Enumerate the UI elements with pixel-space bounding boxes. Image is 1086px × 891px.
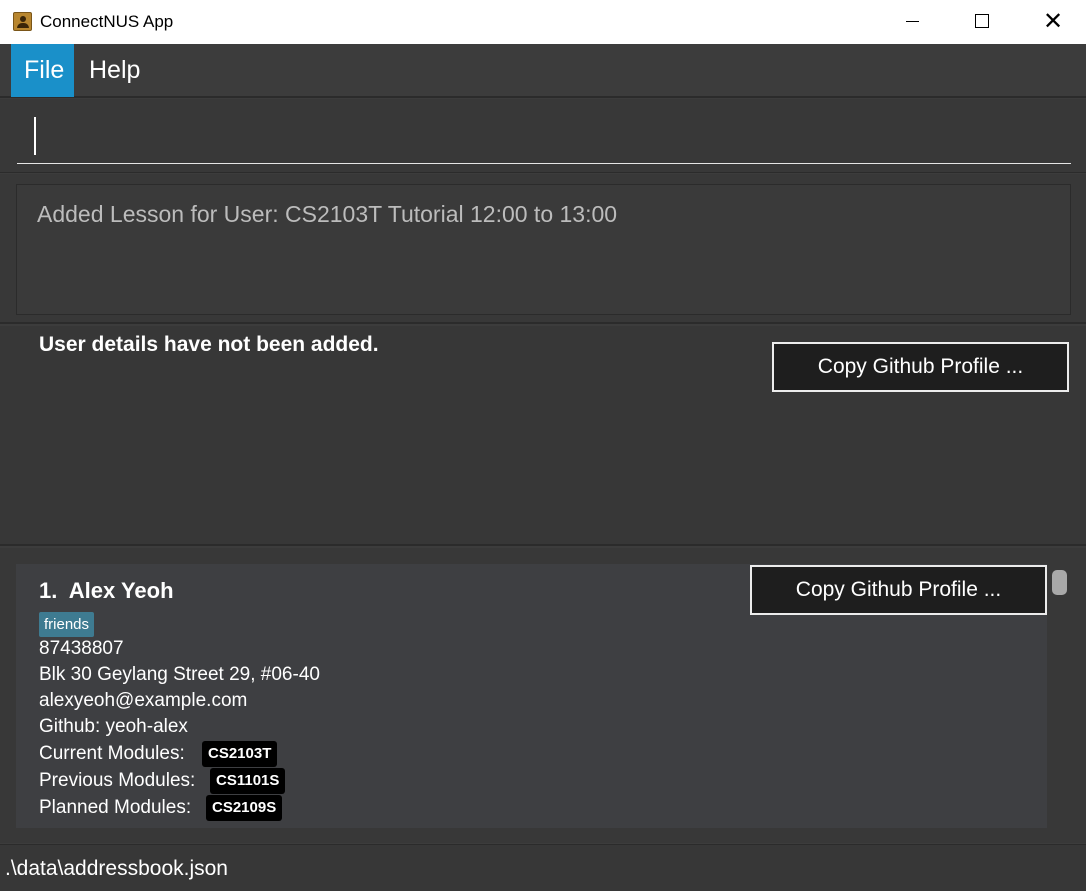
- copy-github-profile-button[interactable]: Copy Github Profile ...: [750, 565, 1047, 615]
- data-file-path: .\data\addressbook.json: [5, 857, 228, 880]
- command-box: [0, 99, 1086, 173]
- minimize-button[interactable]: [876, 0, 946, 44]
- status-bar: .\data\addressbook.json: [0, 844, 1086, 891]
- close-button[interactable]: ✕: [1016, 0, 1086, 44]
- previous-module-badge: CS1101S: [210, 768, 286, 794]
- person-index: 1.: [39, 578, 58, 603]
- person-email: alexyeoh@example.com: [39, 690, 248, 711]
- person-list: 1. Alex Yeoh friends 87438807 Blk 30 Gey…: [0, 548, 1086, 843]
- text-caret: [34, 117, 36, 155]
- window-title: ConnectNUS App: [40, 12, 174, 31]
- person-github: Github: yeoh-alex: [39, 716, 188, 737]
- result-display-panel: Added Lesson for User: CS2103T Tutorial …: [0, 174, 1086, 324]
- current-module-badge: CS2103T: [202, 741, 278, 767]
- menu-help[interactable]: Help: [76, 44, 153, 97]
- person-phone: 87438807: [39, 638, 124, 659]
- user-details-message: User details have not been added.: [39, 333, 379, 356]
- current-modules-label: Current Modules:: [39, 743, 185, 764]
- title-bar: ConnectNUS App ✕: [0, 0, 1086, 44]
- menu-bar: File Help: [0, 44, 1086, 98]
- maximize-button[interactable]: [946, 0, 1016, 44]
- close-icon: ✕: [1043, 7, 1064, 35]
- planned-module-badge: CS2109S: [206, 795, 283, 821]
- person-address: Blk 30 Geylang Street 29, #06-40: [39, 664, 320, 685]
- tag-badge: friends: [39, 612, 95, 637]
- result-message: Added Lesson for User: CS2103T Tutorial …: [37, 201, 618, 227]
- minimize-icon: [906, 21, 919, 22]
- person-name-line: 1. Alex Yeoh: [39, 578, 174, 604]
- previous-modules-label: Previous Modules:: [39, 770, 196, 791]
- command-input[interactable]: [17, 112, 1071, 164]
- planned-modules-label: Planned Modules:: [39, 797, 192, 818]
- copy-github-profile-button[interactable]: Copy Github Profile ...: [772, 342, 1069, 392]
- result-display[interactable]: Added Lesson for User: CS2103T Tutorial …: [16, 184, 1071, 315]
- app-contact-icon: [13, 12, 32, 31]
- menu-file[interactable]: File: [11, 44, 74, 97]
- user-details-panel: User details have not been added. Copy G…: [0, 326, 1086, 546]
- maximize-icon: [975, 14, 989, 28]
- person-name: Alex Yeoh: [68, 578, 174, 603]
- person-card[interactable]: 1. Alex Yeoh friends 87438807 Blk 30 Gey…: [16, 564, 1047, 828]
- list-scrollbar[interactable]: [1052, 570, 1067, 595]
